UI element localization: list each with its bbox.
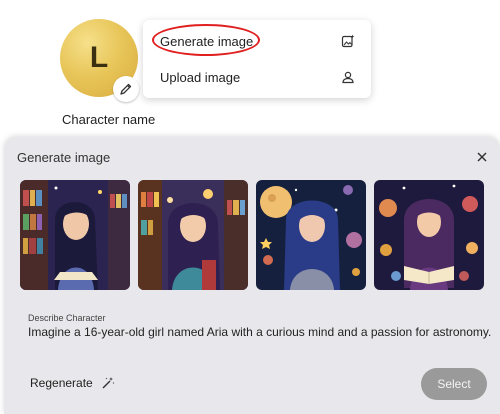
- generated-image-option[interactable]: [374, 180, 484, 290]
- regenerate-label: Regenerate: [30, 376, 93, 390]
- magic-wand-icon: [102, 377, 115, 389]
- generated-image: [374, 180, 484, 290]
- pencil-icon: [120, 83, 132, 95]
- generated-image: [138, 180, 248, 290]
- generated-image: [20, 180, 130, 290]
- select-button[interactable]: Select: [421, 368, 487, 400]
- dialog-title: Generate image: [17, 150, 111, 165]
- describe-character-label: Describe Character: [28, 313, 106, 323]
- generated-image: [256, 180, 366, 290]
- image-sparkle-icon: [341, 34, 355, 48]
- menu-item-upload-image[interactable]: Upload image: [143, 60, 371, 94]
- generated-image-option[interactable]: [20, 180, 130, 290]
- person-upload-icon: [342, 71, 354, 84]
- generated-image-option[interactable]: [256, 180, 366, 290]
- regenerate-button[interactable]: Regenerate: [30, 376, 115, 390]
- avatar-initial: L: [89, 41, 109, 74]
- generated-image-option[interactable]: [138, 180, 248, 290]
- highlight-ring: [152, 24, 260, 56]
- describe-character-input[interactable]: Imagine a 16-year-old girl named Aria wi…: [28, 325, 491, 339]
- edit-avatar-button[interactable]: [113, 76, 139, 102]
- menu-item-label: Upload image: [160, 69, 241, 85]
- close-icon[interactable]: [474, 149, 490, 165]
- generate-image-dialog: Generate image Describe Character Imagin…: [4, 137, 500, 414]
- character-name-label: Character name: [62, 112, 156, 127]
